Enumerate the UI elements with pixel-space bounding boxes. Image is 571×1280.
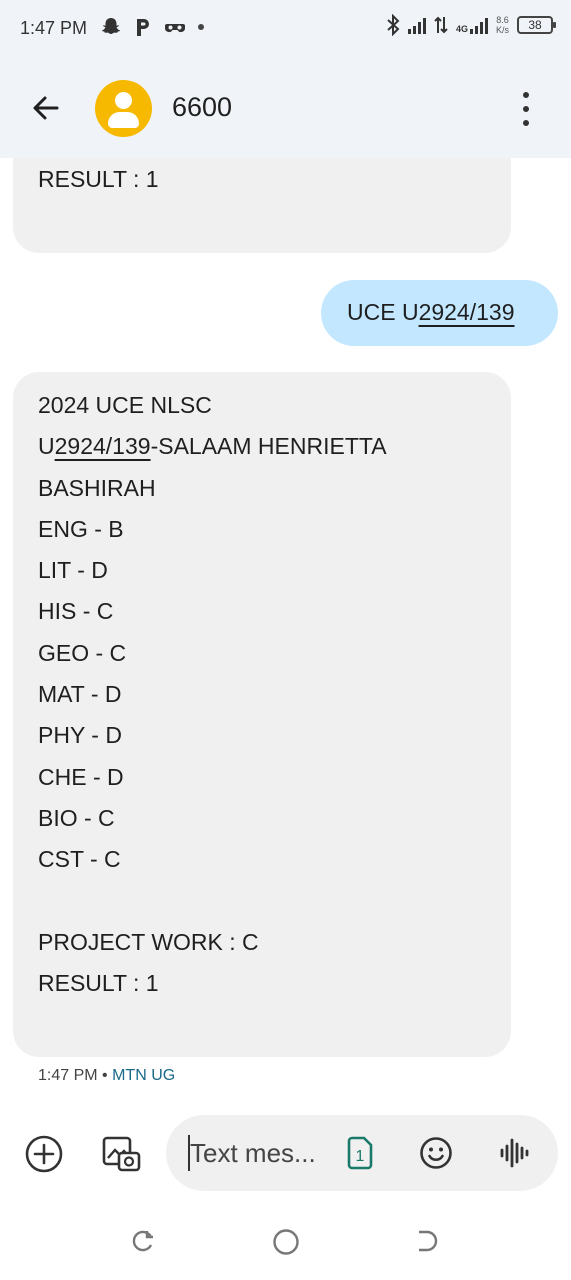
snapchat-icon xyxy=(101,18,121,34)
separator-dot: • xyxy=(102,1067,113,1084)
back-icon[interactable] xyxy=(414,1228,440,1254)
message-line: 2024 UCE NLSC xyxy=(38,392,212,418)
dot-icon xyxy=(198,24,204,30)
message-input-placeholder: Text mes... xyxy=(190,1138,316,1168)
message-body: 2024 UCE NLSC U2924/139-SALAAM HENRIETTA… xyxy=(38,390,387,1009)
grade-line: CST - C xyxy=(38,846,121,873)
outgoing-message[interactable]: UCE U2924/139 xyxy=(321,280,558,346)
message-line: BASHIRAH xyxy=(38,474,156,501)
message-text: RESULT : 1 xyxy=(38,166,159,192)
contact-name[interactable]: 6600 xyxy=(172,92,232,123)
message-link[interactable]: 2924/139 xyxy=(419,299,515,325)
system-navigation-bar xyxy=(0,1200,571,1280)
gallery-icon[interactable] xyxy=(99,1131,143,1175)
signal-icon xyxy=(407,16,426,34)
notification-icons xyxy=(100,16,204,38)
grade-line: BIO - C xyxy=(38,804,115,831)
grade-line: CHE - D xyxy=(38,763,124,790)
grade-line: ENG - B xyxy=(38,515,124,542)
grade-line: HIS - C xyxy=(38,598,114,625)
incoming-message[interactable]: 2024 UCE NLSC U2924/139-SALAAM HENRIETTA… xyxy=(13,372,511,1057)
incoming-message-partial[interactable]: RESULT : 1 xyxy=(13,158,511,253)
message-link[interactable]: 2924/139 xyxy=(55,433,151,459)
message-text: UCE U2924/139 xyxy=(347,299,515,325)
bluetooth-icon xyxy=(387,14,400,36)
composer-row: Text mes... 1 xyxy=(0,1115,571,1193)
grade-line: LIT - D xyxy=(38,557,108,584)
data-arrows-icon xyxy=(434,16,448,34)
carrier-label: MTN UG xyxy=(112,1067,176,1084)
contact-avatar[interactable] xyxy=(95,80,152,137)
sim-slot-number: 1 xyxy=(356,1148,365,1165)
home-icon[interactable] xyxy=(272,1228,300,1256)
binoculars-icon xyxy=(164,24,186,33)
battery-icon: 38 xyxy=(517,16,556,34)
status-bar: 1:47 PM 4G 8.6 K/s 38 xyxy=(0,0,571,58)
emoji-icon[interactable] xyxy=(418,1135,454,1171)
status-time: 1:47 PM xyxy=(20,18,88,38)
4g-signal-icon: 4G xyxy=(456,16,488,34)
result-line: RESULT : 1 xyxy=(38,970,159,997)
message-timestamp: 1:47 PM xyxy=(38,1067,98,1084)
voice-input-icon[interactable] xyxy=(496,1135,532,1171)
message-line: U2924/139-SALAAM HENRIETTA xyxy=(38,433,387,460)
grade-line: GEO - C xyxy=(38,639,127,666)
sim-card-icon[interactable]: 1 xyxy=(346,1135,374,1171)
grade-line: MAT - D xyxy=(38,681,122,708)
add-icon[interactable] xyxy=(22,1132,66,1176)
grade-line: PHY - D xyxy=(38,722,122,749)
message-meta: 1:47 PM • MTN UG xyxy=(38,1067,175,1085)
conversation-header: 6600 xyxy=(0,58,571,158)
more-options-icon[interactable] xyxy=(516,92,536,126)
system-icons: 4G 8.6 K/s 38 xyxy=(386,14,556,36)
message-input[interactable]: Text mes... 1 xyxy=(166,1115,558,1191)
project-line: PROJECT WORK : C xyxy=(38,928,259,955)
p-icon xyxy=(137,19,149,36)
recent-apps-icon[interactable] xyxy=(130,1228,156,1254)
back-arrow-icon[interactable] xyxy=(26,88,66,128)
network-speed: 8.6 K/s xyxy=(495,15,509,35)
